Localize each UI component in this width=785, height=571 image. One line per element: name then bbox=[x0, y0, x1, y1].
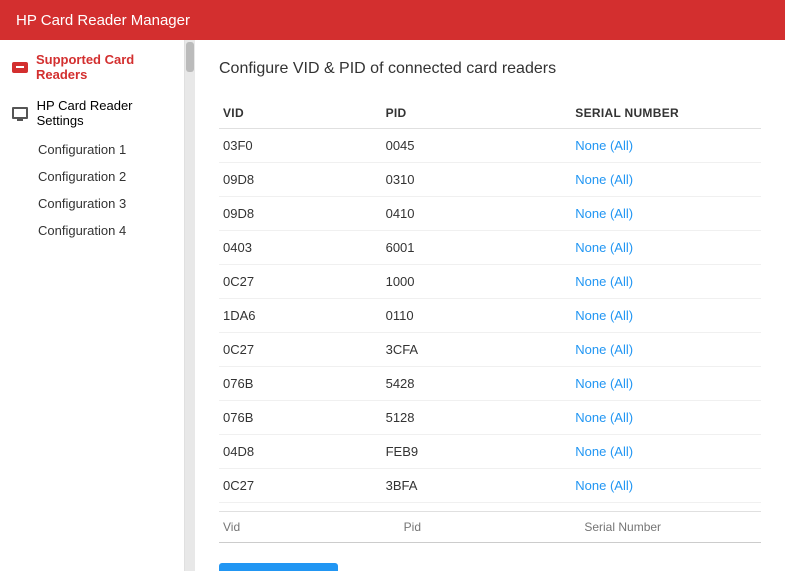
add-row bbox=[219, 511, 761, 543]
cell-pid: 0410 bbox=[382, 197, 572, 231]
table-row: 0403 6001 None (All) bbox=[219, 231, 761, 265]
cell-serial[interactable]: None (All) bbox=[571, 197, 761, 231]
cell-serial[interactable]: None (All) bbox=[571, 163, 761, 197]
cell-vid: 076B bbox=[219, 401, 382, 435]
cell-vid: 09D8 bbox=[219, 163, 382, 197]
scrollbar-track[interactable] bbox=[185, 40, 195, 571]
vid-input[interactable] bbox=[219, 512, 400, 543]
cell-pid: FEB9 bbox=[382, 435, 572, 469]
scrollbar-thumb[interactable] bbox=[186, 42, 194, 72]
cell-pid: 3BFA bbox=[382, 469, 572, 503]
table-row: 1DA6 0110 None (All) bbox=[219, 299, 761, 333]
table-row: 04D8 FEB9 None (All) bbox=[219, 435, 761, 469]
monitor-icon bbox=[12, 107, 29, 120]
table-row: 0C27 3BFA None (All) bbox=[219, 469, 761, 503]
col-header-serial: SERIAL NUMBER bbox=[571, 98, 761, 129]
cell-pid: 5428 bbox=[382, 367, 572, 401]
cell-serial[interactable]: None (All) bbox=[571, 401, 761, 435]
col-header-pid: PID bbox=[382, 98, 572, 129]
card-readers-table: VID PID SERIAL NUMBER 03F0 0045 None (Al… bbox=[219, 98, 761, 503]
sidebar: Supported Card Readers HP Card Reader Se… bbox=[0, 40, 185, 571]
sidebar-item-settings[interactable]: HP Card Reader Settings bbox=[0, 90, 184, 136]
pid-input[interactable] bbox=[400, 512, 581, 543]
cell-serial[interactable]: None (All) bbox=[571, 333, 761, 367]
cell-vid: 076B bbox=[219, 367, 382, 401]
cell-pid: 3CFA bbox=[382, 333, 572, 367]
cell-pid: 6001 bbox=[382, 231, 572, 265]
cell-vid: 04D8 bbox=[219, 435, 382, 469]
cell-serial[interactable]: None (All) bbox=[571, 435, 761, 469]
sidebar-config-4[interactable]: Configuration 4 bbox=[0, 217, 184, 244]
sidebar-supported-label: Supported Card Readers bbox=[36, 52, 172, 82]
cell-serial[interactable]: None (All) bbox=[571, 265, 761, 299]
submit-button[interactable]: Submit Query bbox=[219, 563, 338, 571]
sidebar-config-2[interactable]: Configuration 2 bbox=[0, 163, 184, 190]
table-row: 09D8 0310 None (All) bbox=[219, 163, 761, 197]
cell-vid: 0C27 bbox=[219, 265, 382, 299]
table-row: 076B 5428 None (All) bbox=[219, 367, 761, 401]
table-row: 076B 5128 None (All) bbox=[219, 401, 761, 435]
cell-pid: 1000 bbox=[382, 265, 572, 299]
cell-vid: 09D8 bbox=[219, 197, 382, 231]
cell-vid: 1DA6 bbox=[219, 299, 382, 333]
cell-vid: 03F0 bbox=[219, 129, 382, 163]
serial-input[interactable] bbox=[580, 512, 761, 543]
cell-pid: 0110 bbox=[382, 299, 572, 333]
cell-pid: 0045 bbox=[382, 129, 572, 163]
cell-vid: 0C27 bbox=[219, 333, 382, 367]
app-title: HP Card Reader Manager bbox=[16, 12, 190, 29]
sidebar-config-3[interactable]: Configuration 3 bbox=[0, 190, 184, 217]
page-title: Configure VID & PID of connected card re… bbox=[219, 60, 761, 78]
sidebar-item-supported[interactable]: Supported Card Readers bbox=[0, 44, 184, 90]
table-row: 0C27 1000 None (All) bbox=[219, 265, 761, 299]
sidebar-settings-label: HP Card Reader Settings bbox=[37, 98, 172, 128]
table-row: 0C27 3CFA None (All) bbox=[219, 333, 761, 367]
sidebar-config-1[interactable]: Configuration 1 bbox=[0, 136, 184, 163]
cell-pid: 5128 bbox=[382, 401, 572, 435]
col-header-vid: VID bbox=[219, 98, 382, 129]
cell-serial[interactable]: None (All) bbox=[571, 231, 761, 265]
cell-serial[interactable]: None (All) bbox=[571, 129, 761, 163]
cell-serial[interactable]: None (All) bbox=[571, 299, 761, 333]
cell-pid: 0310 bbox=[382, 163, 572, 197]
cell-serial[interactable]: None (All) bbox=[571, 367, 761, 401]
card-reader-icon bbox=[12, 61, 28, 74]
cell-vid: 0C27 bbox=[219, 469, 382, 503]
main-content: Configure VID & PID of connected card re… bbox=[195, 40, 785, 571]
table-row: 03F0 0045 None (All) bbox=[219, 129, 761, 163]
cell-vid: 0403 bbox=[219, 231, 382, 265]
topbar: HP Card Reader Manager bbox=[0, 0, 785, 40]
table-row: 09D8 0410 None (All) bbox=[219, 197, 761, 231]
cell-serial[interactable]: None (All) bbox=[571, 469, 761, 503]
